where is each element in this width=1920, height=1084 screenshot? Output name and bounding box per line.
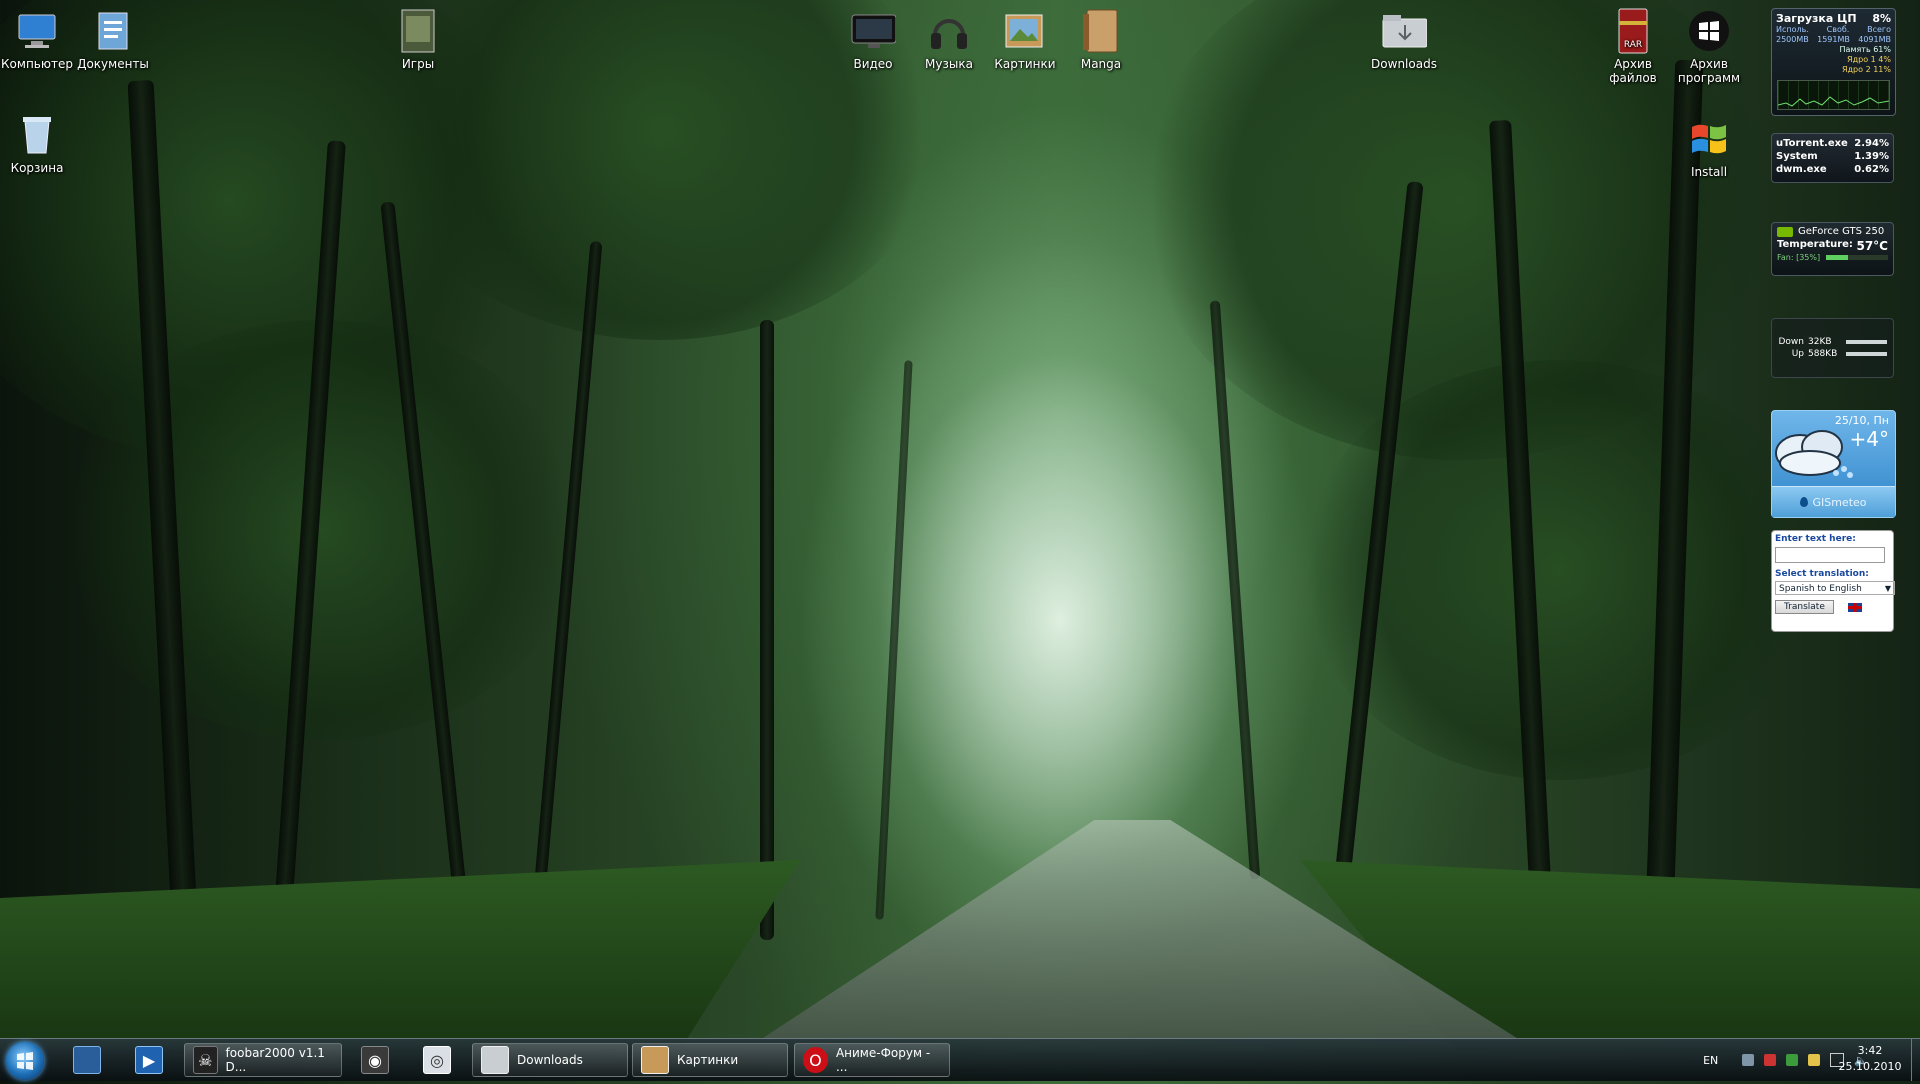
start-button[interactable]: [6, 1042, 44, 1080]
pinned-camera[interactable]: ◉: [350, 1043, 400, 1077]
network-down-bar: [1846, 340, 1887, 344]
memory-row: Память 61%: [1839, 45, 1891, 54]
pinned-app-icon: [73, 1046, 101, 1074]
foobar-icon: ☠: [193, 1046, 218, 1074]
gismeteo-logo: GISmeteo: [1772, 486, 1895, 517]
gpu-fan-bar: [1826, 255, 1888, 260]
desktop-icon-music[interactable]: Музыка: [912, 2, 986, 71]
core1-row: Ядро 1 4%: [1847, 55, 1891, 64]
desktop-icon-install[interactable]: Install: [1672, 110, 1746, 179]
gpu-temp-label: Temperature:: [1777, 239, 1853, 250]
rain-cloud-icon: [1774, 419, 1854, 484]
taskbar-window-opera[interactable]: O Аниме-Форум - ...: [794, 1043, 950, 1077]
network-up-value: 588KB: [1808, 349, 1838, 359]
pinned-app-1[interactable]: [62, 1043, 112, 1077]
desktop-icon-games[interactable]: Игры: [381, 2, 455, 71]
windows-flag-icon: [1686, 116, 1732, 162]
uk-flag-icon: [1847, 602, 1862, 612]
windows-logo-icon: [17, 1052, 33, 1070]
desktop-icon-downloads[interactable]: Downloads: [1367, 2, 1441, 71]
desktop-icon-computer[interactable]: Компьютер: [0, 2, 74, 71]
cpu-percent: 8%: [1872, 12, 1891, 25]
winrar-icon: RAR: [1610, 8, 1656, 54]
translator-gadget: Enter text here: Select translation: Spa…: [1771, 530, 1895, 632]
desktop-icon-file-archive[interactable]: RAR Архив файлов: [1596, 2, 1670, 85]
photo-viewer-icon: ◎: [423, 1046, 451, 1074]
chevron-down-icon: ▼: [1884, 584, 1891, 593]
translate-text-input[interactable]: [1775, 547, 1885, 563]
tray-gadget-icon[interactable]: [1808, 1054, 1821, 1066]
documents-icon: [90, 8, 136, 54]
pictures-icon: [1002, 8, 1048, 54]
computer-icon: [14, 8, 60, 54]
video-icon: [850, 8, 896, 54]
show-desktop-button[interactable]: [1911, 1039, 1920, 1081]
cpu-history-graph: [1777, 80, 1890, 110]
network-down-value: 32KB: [1808, 337, 1832, 347]
weather-gadget[interactable]: 25/10, Пн +4° GISmeteo: [1771, 410, 1896, 518]
camera-icon: ◉: [361, 1046, 389, 1074]
desktop-icon-pictures[interactable]: Картинки: [988, 2, 1062, 71]
taskbar-window-downloads[interactable]: Downloads: [472, 1043, 628, 1077]
pinned-media-player[interactable]: ▶: [124, 1043, 174, 1077]
opera-icon: O: [803, 1047, 828, 1073]
water-drop-icon: [1800, 497, 1809, 507]
recycle-bin-icon: [14, 112, 60, 158]
desktop-icon-documents[interactable]: Документы: [76, 2, 150, 71]
top-processes-gadget[interactable]: uTorrent.exe 2.94% System 1.39% dwm.exe 0.6…: [1771, 133, 1894, 183]
windows-logo-icon: [1686, 8, 1732, 54]
gpu-fan-label: Fan: [35%]: [1777, 253, 1821, 262]
clock-date: 25.10.2010: [1838, 1060, 1902, 1073]
cpu-meter-gadget[interactable]: Загрузка ЦП 8% Исполь. Своб. Всего 2500M…: [1771, 8, 1896, 116]
weather-temp: +4°: [1849, 427, 1889, 451]
desktop-icon-manga[interactable]: Manga: [1064, 2, 1138, 71]
process-row: System 1.39%: [1776, 151, 1889, 162]
core2-row: Ядро 2 11%: [1841, 65, 1891, 74]
select-translation-label: Select translation:: [1775, 569, 1869, 579]
language-indicator[interactable]: EN: [1703, 1054, 1718, 1067]
translation-select[interactable]: Spanish to English ▼: [1775, 581, 1895, 595]
tray-security-icon[interactable]: [1742, 1054, 1755, 1066]
manga-icon: [1078, 8, 1124, 54]
process-row: dwm.exe 0.62%: [1776, 164, 1889, 175]
gpu-fan-bar-fill: [1826, 255, 1848, 260]
tray-utorrent-icon[interactable]: [1786, 1054, 1799, 1066]
pinned-photo-viewer[interactable]: ◎: [412, 1043, 462, 1077]
clock-time: 3:42: [1857, 1044, 1883, 1057]
process-row: uTorrent.exe 2.94%: [1776, 138, 1889, 149]
translate-button[interactable]: Translate: [1775, 600, 1834, 614]
pictures-folder-icon: [641, 1046, 669, 1074]
taskbar: ▶ ☠ foobar2000 v1.1 D... ◉ ◎ Downloads К…: [0, 1038, 1920, 1081]
downloads-icon: [1381, 8, 1427, 54]
gpu-name: GeForce GTS 250: [1798, 226, 1885, 237]
desktop-icon-video[interactable]: Видео: [836, 2, 910, 71]
gpu-monitor-gadget[interactable]: GeForce GTS 250 Temperature: 57°C Fan: […: [1771, 222, 1894, 276]
cpu-gadget-title: Загрузка ЦП: [1776, 12, 1857, 25]
taskbar-window-foobar[interactable]: ☠ foobar2000 v1.1 D...: [184, 1043, 342, 1077]
enter-text-label: Enter text here:: [1775, 534, 1856, 544]
games-icon: [395, 8, 441, 54]
folder-icon: [481, 1046, 509, 1074]
desktop-icon-recycle-bin[interactable]: Корзина: [0, 106, 74, 175]
media-player-icon: ▶: [135, 1046, 163, 1074]
taskbar-window-pictures[interactable]: Картинки: [632, 1043, 788, 1077]
svg-text:RAR: RAR: [1624, 40, 1642, 50]
clock[interactable]: 3:42 25.10.2010: [1830, 1043, 1910, 1075]
network-meter-gadget[interactable]: Down 32KB Up 588KB: [1771, 318, 1894, 378]
nvidia-icon: [1777, 226, 1793, 237]
gpu-temp-value: 57°C: [1856, 239, 1888, 253]
desktop-icon-program-archive[interactable]: Архив программ: [1672, 2, 1746, 85]
music-icon: [926, 8, 972, 54]
network-up-bar: [1846, 352, 1887, 356]
tray-app-icon[interactable]: [1764, 1054, 1777, 1066]
